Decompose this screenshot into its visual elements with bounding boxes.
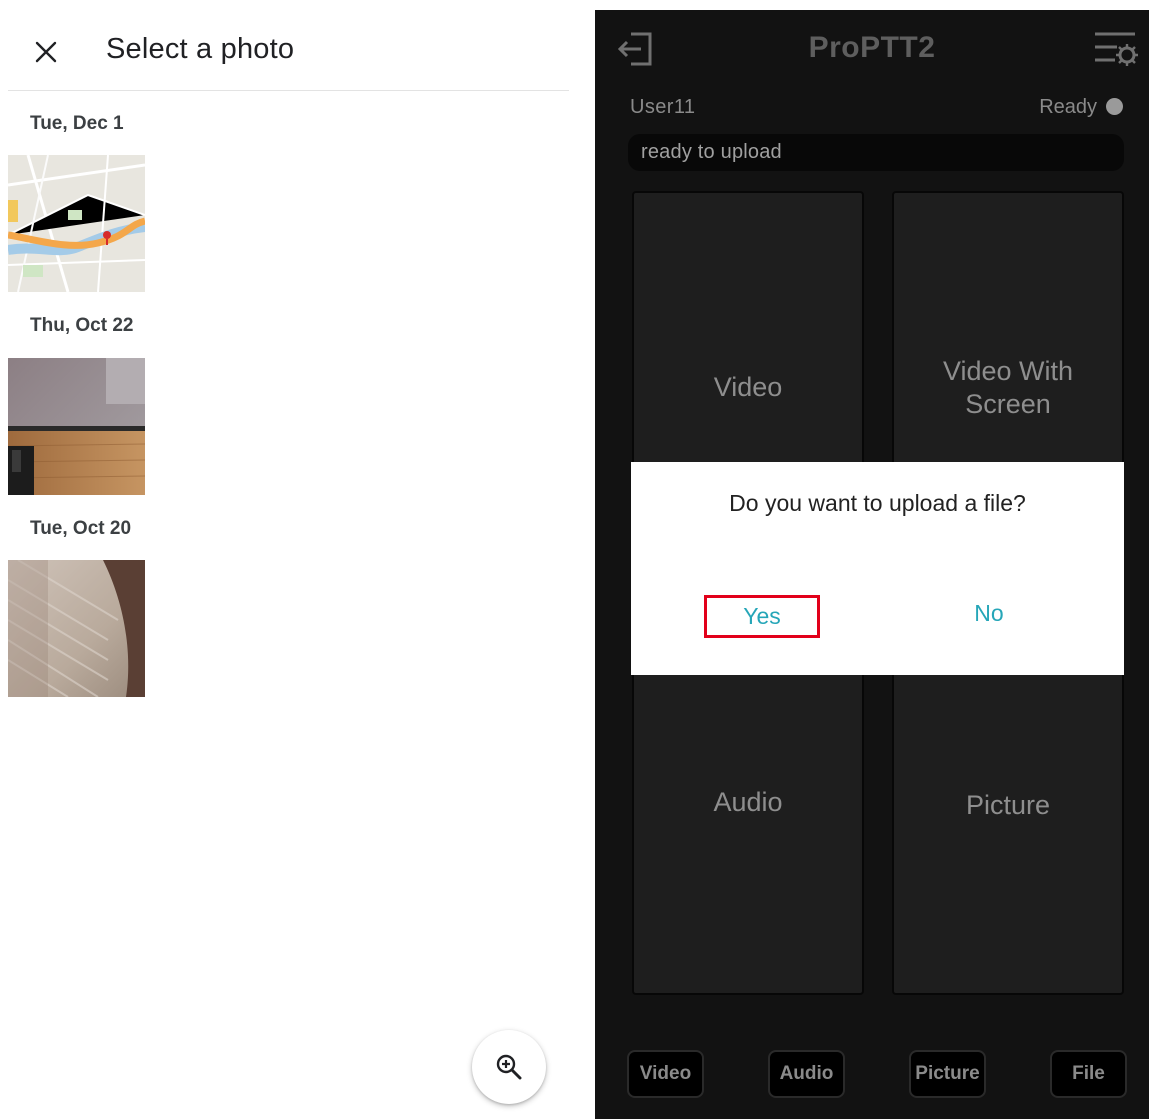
dialog-message: Do you want to upload a file?	[729, 490, 1026, 516]
close-icon[interactable]	[34, 40, 58, 64]
no-button[interactable]: No	[961, 595, 1017, 632]
proptt2-panel: ProPTT2 User11 Ready ready to upload Vid…	[595, 10, 1149, 1119]
picture-button[interactable]: Picture	[909, 1050, 986, 1098]
app-title: ProPTT2	[808, 31, 936, 64]
tile-label: Video	[713, 372, 783, 402]
upload-confirm-dialog: Do you want to upload a file? Yes No	[631, 462, 1124, 675]
yes-button[interactable]: Yes	[704, 595, 820, 638]
date-header: Tue, Dec 1	[30, 113, 124, 134]
photo-thumbnail-map[interactable]	[8, 155, 145, 292]
picture-tile[interactable]: Picture	[892, 650, 1124, 995]
audio-button[interactable]: Audio	[768, 1050, 845, 1098]
page-title: Select a photo	[106, 33, 295, 65]
status-indicator-icon	[1106, 98, 1123, 115]
zoom-in-icon	[496, 1054, 522, 1080]
connection-status: Ready	[1039, 96, 1097, 118]
date-header: Tue, Oct 20	[30, 518, 132, 539]
tile-label: Video With Screen	[942, 356, 1074, 419]
tile-label: Picture	[965, 790, 1051, 820]
status-message-field: ready to upload	[628, 134, 1124, 171]
settings-menu-icon[interactable]	[1093, 30, 1139, 70]
status-message: ready to upload	[641, 141, 782, 163]
photo-picker-panel: Select a photo Tue, Dec 1 Thu, Oct 22 Tu…	[0, 0, 595, 1119]
photo-thumbnail-desk[interactable]	[8, 358, 145, 495]
tile-label: Audio	[713, 787, 783, 817]
file-button[interactable]: File	[1050, 1050, 1127, 1098]
video-tile[interactable]: Video	[632, 191, 864, 497]
audio-tile[interactable]: Audio	[632, 650, 864, 995]
photo-thumbnail-fabric[interactable]	[8, 560, 145, 697]
zoom-in-button[interactable]	[472, 1030, 546, 1104]
header-divider	[8, 90, 569, 91]
video-with-screen-tile[interactable]: Video With Screen	[892, 191, 1124, 497]
user-name: User11	[630, 96, 696, 118]
video-button[interactable]: Video	[627, 1050, 704, 1098]
date-header: Thu, Oct 22	[30, 315, 134, 336]
